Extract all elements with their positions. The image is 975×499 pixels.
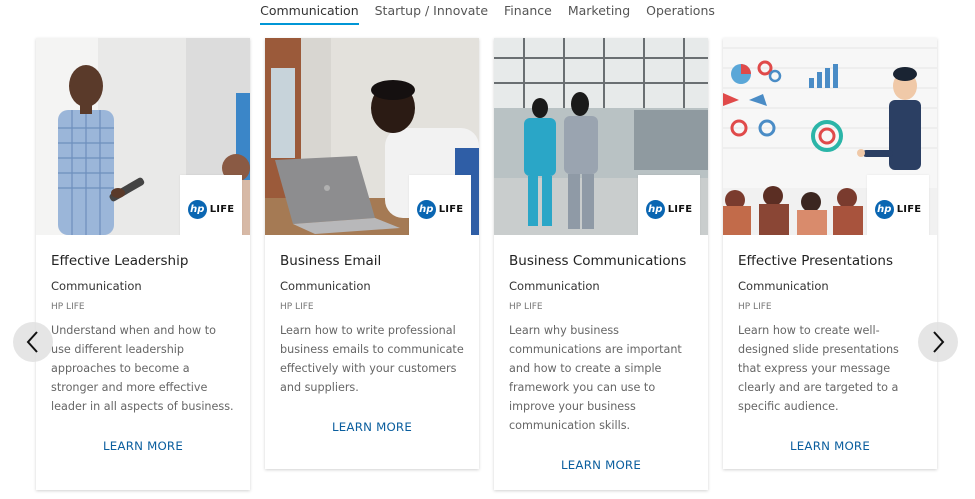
- hp-logo-icon: hp: [874, 199, 894, 219]
- course-card-business-communications[interactable]: hp LIFE Business Communications Communic…: [494, 38, 708, 490]
- logo-text: LIFE: [209, 203, 235, 215]
- course-provider: HP LIFE: [51, 302, 85, 312]
- course-title: Effective Presentations: [738, 253, 894, 269]
- category-tabs: Communication Startup / Innovate Finance…: [0, 3, 975, 25]
- course-title: Effective Leadership: [51, 253, 189, 269]
- tab-marketing[interactable]: Marketing: [568, 3, 630, 25]
- carousel-prev-button[interactable]: [13, 322, 53, 362]
- course-description: Understand when and how to use different…: [51, 324, 234, 413]
- course-card-business-email[interactable]: hp LIFE Business Email Communication HP …: [265, 38, 479, 469]
- learn-more-link[interactable]: LEARN MORE: [280, 420, 464, 434]
- carousel-next-button[interactable]: [918, 322, 958, 362]
- course-category: Communication: [509, 279, 600, 293]
- course-image: hp LIFE: [494, 38, 708, 235]
- learn-more-link[interactable]: LEARN MORE: [509, 458, 693, 472]
- logo-text: LIFE: [896, 203, 922, 215]
- course-card-effective-leadership[interactable]: hp LIFE Effective Leadership Communicati…: [36, 38, 250, 490]
- hp-life-logo: hp LIFE: [409, 175, 471, 235]
- hp-logo-icon: hp: [645, 199, 665, 219]
- learn-more-link[interactable]: LEARN MORE: [738, 439, 922, 453]
- course-image: hp LIFE: [265, 38, 479, 235]
- course-description: Learn how to write professional business…: [280, 324, 464, 394]
- chevron-left-icon: [26, 331, 38, 353]
- course-title: Business Email: [280, 253, 382, 269]
- hp-life-logo: hp LIFE: [867, 175, 929, 235]
- course-description: Learn why business communications are im…: [509, 324, 682, 432]
- course-provider: HP LIFE: [509, 302, 543, 312]
- course-category: Communication: [280, 279, 371, 293]
- course-category: Communication: [738, 279, 829, 293]
- course-description: Learn how to create well-designed slide …: [738, 324, 899, 413]
- course-provider: HP LIFE: [280, 302, 314, 312]
- course-card-effective-presentations[interactable]: hp LIFE Effective Presentations Communic…: [723, 38, 937, 469]
- hp-life-logo: hp LIFE: [180, 175, 242, 235]
- course-provider: HP LIFE: [738, 302, 772, 312]
- course-title: Business Communications: [509, 253, 687, 269]
- course-image: hp LIFE: [36, 38, 250, 235]
- tab-startup-innovate[interactable]: Startup / Innovate: [375, 3, 488, 25]
- tab-finance[interactable]: Finance: [504, 3, 552, 25]
- course-category: Communication: [51, 279, 142, 293]
- hp-life-logo: hp LIFE: [638, 175, 700, 235]
- tab-communication[interactable]: Communication: [260, 3, 359, 25]
- learn-more-link[interactable]: LEARN MORE: [51, 439, 235, 453]
- tab-operations[interactable]: Operations: [646, 3, 715, 25]
- logo-text: LIFE: [438, 203, 464, 215]
- logo-text: LIFE: [667, 203, 693, 215]
- hp-logo-icon: hp: [187, 199, 207, 219]
- course-image: hp LIFE: [723, 38, 937, 235]
- chevron-right-icon: [933, 331, 945, 353]
- hp-logo-icon: hp: [416, 199, 436, 219]
